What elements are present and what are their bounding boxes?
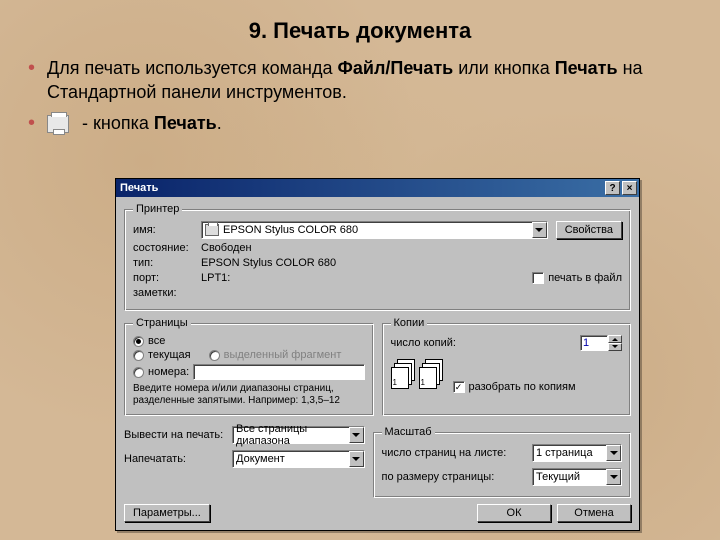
checkbox-icon (532, 272, 544, 284)
collate-illustration: 3 2 1 3 2 1 (391, 359, 443, 389)
page-numbers-input[interactable] (193, 364, 364, 380)
dropdown-value: Все страницы диапазона (236, 423, 364, 447)
bullet-text: Для печать используется команда Файл/Печ… (47, 56, 692, 105)
page-icon: 1 (391, 367, 409, 389)
pages-all-radio[interactable]: все (133, 335, 365, 347)
chevron-down-icon[interactable] (606, 445, 621, 461)
pages-current-radio[interactable]: текущая (133, 349, 191, 361)
radio-label: текущая (148, 349, 191, 361)
chevron-down-icon[interactable] (349, 451, 364, 467)
close-button[interactable]: × (622, 181, 637, 195)
bullet-dot-icon: • (28, 111, 35, 135)
include-label: Вывести на печать: (124, 429, 232, 441)
radio-label: номера: (148, 366, 189, 378)
scale-group: Масштаб число страниц на листе: 1 страни… (373, 426, 632, 498)
fit-to-page-dropdown[interactable]: Текущий (532, 468, 622, 486)
cancel-button[interactable]: Отмена (557, 504, 631, 522)
bullet-text: - кнопка Печать. (47, 111, 222, 135)
print-what-dropdown[interactable]: Документ (232, 450, 365, 468)
status-value: Свободен (201, 242, 252, 254)
include-dropdown[interactable]: Все страницы диапазона (232, 426, 365, 444)
radio-icon (133, 367, 144, 378)
bullet-item: • Для печать используется команда Файл/П… (28, 56, 692, 105)
radio-icon (209, 350, 220, 361)
radio-icon (133, 336, 144, 347)
checkbox-label: печать в файл (548, 272, 622, 284)
printer-name-dropdown[interactable]: EPSON Stylus COLOR 680 (201, 221, 548, 239)
print-what-label: Напечатать: (124, 453, 232, 465)
radio-icon (133, 350, 144, 361)
type-value: EPSON Stylus COLOR 680 (201, 257, 336, 269)
chevron-down-icon[interactable] (532, 222, 547, 238)
bold-text: Печать (154, 113, 217, 133)
copies-count-label: число копий: (391, 337, 581, 349)
dropdown-value: Текущий (536, 471, 580, 483)
ok-button[interactable]: ОК (477, 504, 551, 522)
chevron-down-icon[interactable] (349, 427, 364, 443)
titlebar: Печать ? × (116, 179, 639, 197)
notes-label: заметки: (133, 287, 201, 299)
text: Для печать используется команда (47, 58, 338, 78)
printer-icon (205, 224, 219, 236)
text: - кнопка (77, 113, 154, 133)
group-legend: Принтер (133, 203, 182, 215)
dropdown-value: Документ (236, 453, 285, 465)
status-label: состояние: (133, 242, 201, 254)
port-label: порт: (133, 272, 201, 284)
dropdown-value: 1 страница (536, 447, 593, 459)
bullet-dot-icon: • (28, 56, 35, 80)
text: . (217, 113, 222, 133)
radio-label: все (148, 335, 165, 347)
type-label: тип: (133, 257, 201, 269)
group-legend: Масштаб (382, 426, 435, 438)
checkbox-label: разобрать по копиям (469, 381, 576, 393)
print-to-file-checkbox[interactable]: печать в файл (532, 272, 622, 284)
pages-group: Страницы все текущая выделенный фрагмент… (124, 317, 374, 416)
pages-numbers-radio[interactable]: номера: (133, 366, 189, 378)
help-button[interactable]: ? (605, 181, 620, 195)
printer-group: Принтер имя: EPSON Stylus COLOR 680 Свой… (124, 203, 631, 311)
collate-checkbox[interactable]: ✓ разобрать по копиям (453, 381, 576, 393)
print-icon (47, 115, 69, 133)
dropdown-value: EPSON Stylus COLOR 680 (223, 224, 358, 236)
bullet-list: • Для печать используется команда Файл/П… (0, 56, 720, 135)
bold-text: Файл/Печать (338, 58, 454, 78)
properties-button[interactable]: Свойства (556, 221, 622, 239)
slide-title: 9. Печать документа (0, 0, 720, 56)
spinner-down-icon[interactable] (608, 343, 622, 351)
pages-per-sheet-dropdown[interactable]: 1 страница (532, 444, 622, 462)
name-label: имя: (133, 224, 201, 236)
parameters-button[interactable]: Параметры... (124, 504, 210, 522)
checkbox-icon: ✓ (453, 381, 465, 393)
print-dialog: Печать ? × Принтер имя: EPSON Stylus COL… (115, 178, 640, 531)
pages-selection-radio: выделенный фрагмент (209, 349, 342, 361)
pages-per-sheet-label: число страниц на листе: (382, 447, 533, 459)
copies-group: Копии число копий: 3 (382, 317, 632, 416)
fit-to-page-label: по размеру страницы: (382, 471, 533, 483)
group-legend: Копии (391, 317, 428, 329)
group-legend: Страницы (133, 317, 191, 329)
spinner-up-icon[interactable] (608, 335, 622, 343)
bold-text: Печать (555, 58, 618, 78)
radio-label: выделенный фрагмент (224, 349, 342, 361)
bullet-item: • - кнопка Печать. (28, 111, 692, 135)
page-icon: 1 (419, 367, 437, 389)
dialog-title: Печать (120, 182, 158, 194)
port-value: LPT1: (201, 272, 230, 284)
copies-input[interactable] (580, 335, 608, 351)
copies-spinner[interactable] (580, 335, 622, 351)
pages-hint: Введите номера и/или диапазоны страниц, … (133, 383, 365, 407)
text: или кнопка (453, 58, 554, 78)
chevron-down-icon[interactable] (606, 469, 621, 485)
